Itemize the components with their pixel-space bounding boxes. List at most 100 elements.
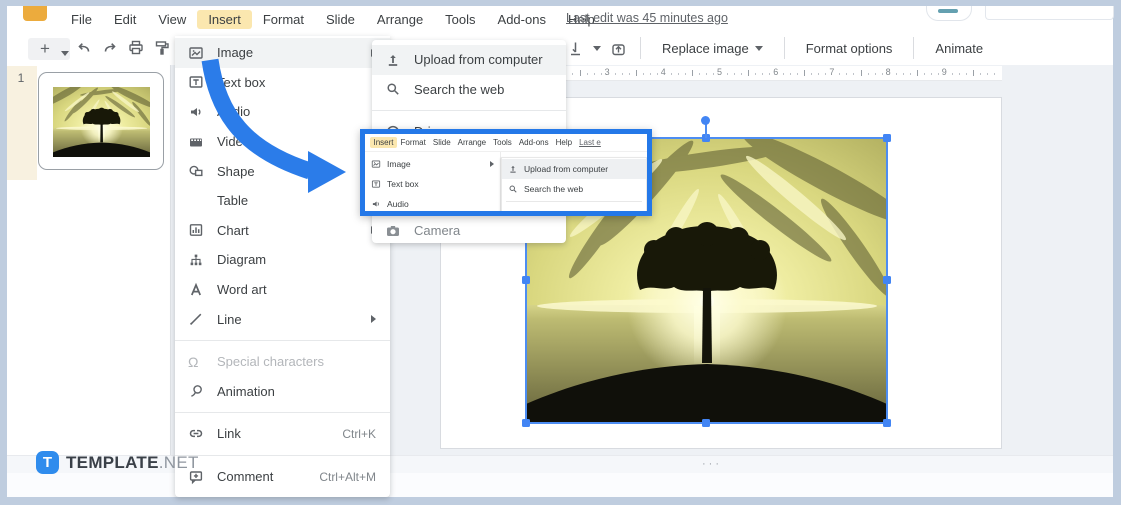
menu-item-shortcut: Ctrl+K xyxy=(342,426,376,441)
print-icon[interactable] xyxy=(127,39,145,57)
menu-item-word-art[interactable]: Word art xyxy=(175,275,390,305)
menu-item-audio[interactable]: Audio xyxy=(365,194,500,211)
toolbar-separator xyxy=(640,37,641,59)
ruler-inch-label: 5 xyxy=(717,67,723,77)
slide-number: 1 xyxy=(17,71,25,85)
video-icon xyxy=(188,134,204,150)
menubar-item-tools[interactable]: Tools xyxy=(434,10,486,29)
callout-menubar-item-arrange: Arrange xyxy=(457,138,487,147)
menubar-item-file[interactable]: File xyxy=(60,10,103,29)
link-icon xyxy=(188,426,204,442)
new-slide-caret-icon[interactable] xyxy=(56,44,74,62)
menu-item-special-characters[interactable]: Ω Special characters xyxy=(175,347,390,377)
chart-icon xyxy=(188,222,204,238)
ruler-tick xyxy=(930,73,932,75)
menu-item-upload-from-computer[interactable]: Upload from computer xyxy=(502,159,646,179)
menu-item-chart[interactable]: Chart xyxy=(175,216,390,246)
resize-handle[interactable] xyxy=(883,276,891,284)
rotation-handle[interactable] xyxy=(701,116,710,125)
ruler-tick xyxy=(818,73,820,75)
ruler-tick xyxy=(684,73,686,75)
ruler-tick xyxy=(769,73,771,75)
slides-logo-icon[interactable] xyxy=(23,6,47,21)
menu-divider xyxy=(506,201,642,202)
menu-item-camera[interactable]: Camera xyxy=(372,216,566,243)
menu-item-diagram[interactable]: Diagram xyxy=(175,245,390,275)
menu-item-shape[interactable]: Shape xyxy=(175,156,390,186)
ruler-tick xyxy=(867,73,869,75)
ruler-tick xyxy=(797,73,799,75)
speaker-notes-area[interactable] xyxy=(7,473,1113,497)
ruler-tick xyxy=(881,73,883,75)
menu-item-search-the-web[interactable]: Search the web xyxy=(502,179,646,199)
toolbar-right: Replace image Format options Animate xyxy=(567,32,991,64)
slide-thumbnail-image xyxy=(53,87,150,157)
animate-button[interactable]: Animate xyxy=(927,37,991,60)
menu-item-audio[interactable]: Audio xyxy=(175,97,390,127)
menubar-item-slide[interactable]: Slide xyxy=(315,10,366,29)
last-edit-status[interactable]: Last edit was 45 minutes ago xyxy=(566,11,728,25)
ruler-tick xyxy=(748,70,750,76)
ruler-tick xyxy=(621,73,623,75)
callout-menubar-item-tools: Tools xyxy=(493,138,512,147)
menu-item-upload-from-computer[interactable]: Upload from computer xyxy=(372,45,566,75)
zoom-callout-box: Insert Format Slide Arrange Tools Add-ons Help… xyxy=(360,129,652,216)
diagram-icon xyxy=(188,252,204,268)
menu-item-line[interactable]: Line xyxy=(175,304,390,334)
ruler-tick xyxy=(811,73,813,75)
crop-icon[interactable] xyxy=(567,40,584,57)
menubar-item-insert[interactable]: Insert xyxy=(197,10,252,29)
callout-menubar-item-slide: Slide xyxy=(432,138,451,147)
resize-handle[interactable] xyxy=(522,276,530,284)
crop-caret-icon[interactable] xyxy=(593,45,601,51)
menu-item-search-the-web[interactable]: Search the web xyxy=(372,75,566,105)
menu-item-label: Table xyxy=(217,193,249,209)
menu-item-label: Text box xyxy=(217,74,266,90)
menubar-item-edit[interactable]: Edit xyxy=(103,10,147,29)
submenu-arrow-icon xyxy=(490,161,494,167)
callout-menubar-item-help: Help xyxy=(555,138,573,147)
menubar-item-format[interactable]: Format xyxy=(252,10,315,29)
menu-item-label: Text box xyxy=(387,179,419,189)
undo-icon[interactable] xyxy=(75,39,93,57)
ruler-tick xyxy=(993,73,995,75)
menu-item-link[interactable]: Link Ctrl+K xyxy=(175,419,390,449)
ruler-tick xyxy=(670,73,672,75)
replace-image-button[interactable]: Replace image xyxy=(654,37,771,60)
menu-item-comment[interactable]: Comment Ctrl+Alt+M xyxy=(175,462,390,492)
ruler-tick xyxy=(937,73,939,75)
ruler-tick xyxy=(628,73,630,75)
ruler-tick xyxy=(656,73,658,75)
new-slide-icon[interactable]: + xyxy=(36,39,54,57)
resize-handle[interactable] xyxy=(702,419,710,427)
menu-item-animation[interactable]: Animation xyxy=(175,377,390,407)
notes-drag-handle[interactable]: ··· xyxy=(695,458,729,470)
resize-handle[interactable] xyxy=(883,419,891,427)
menu-item-video[interactable]: Video xyxy=(175,127,390,157)
resize-handle[interactable] xyxy=(522,419,530,427)
ruler-tick xyxy=(614,73,616,75)
menu-divider xyxy=(175,454,390,456)
watermark-brand: TEMPLATE xyxy=(66,452,159,472)
menu-item-label: Upload from computer xyxy=(524,164,609,174)
menubar-item-arrange[interactable]: Arrange xyxy=(366,10,434,29)
callout-menubar-item-insert: Insert xyxy=(370,137,398,148)
audio-icon xyxy=(188,104,204,120)
animation-icon xyxy=(188,383,204,399)
redo-icon[interactable] xyxy=(101,39,119,57)
paint-format-icon[interactable] xyxy=(153,39,171,57)
format-options-button[interactable]: Format options xyxy=(798,37,901,60)
menu-item-text-box[interactable]: Text box xyxy=(175,68,390,98)
omega-icon: Ω xyxy=(188,353,199,370)
menubar-item-add-ons[interactable]: Add-ons xyxy=(487,10,557,29)
menu-item-image[interactable]: Image xyxy=(175,38,390,68)
menubar-item-view[interactable]: View xyxy=(147,10,197,29)
menu-item-text-box[interactable]: Text box xyxy=(365,174,500,194)
mask-image-icon[interactable] xyxy=(610,40,627,57)
ruler-tick xyxy=(734,73,736,75)
menu-item-table[interactable]: Table xyxy=(175,186,390,216)
ruler-tick xyxy=(972,70,974,76)
menu-item-image[interactable]: Image xyxy=(365,154,500,174)
resize-handle[interactable] xyxy=(883,134,891,142)
ruler-tick xyxy=(698,73,700,75)
